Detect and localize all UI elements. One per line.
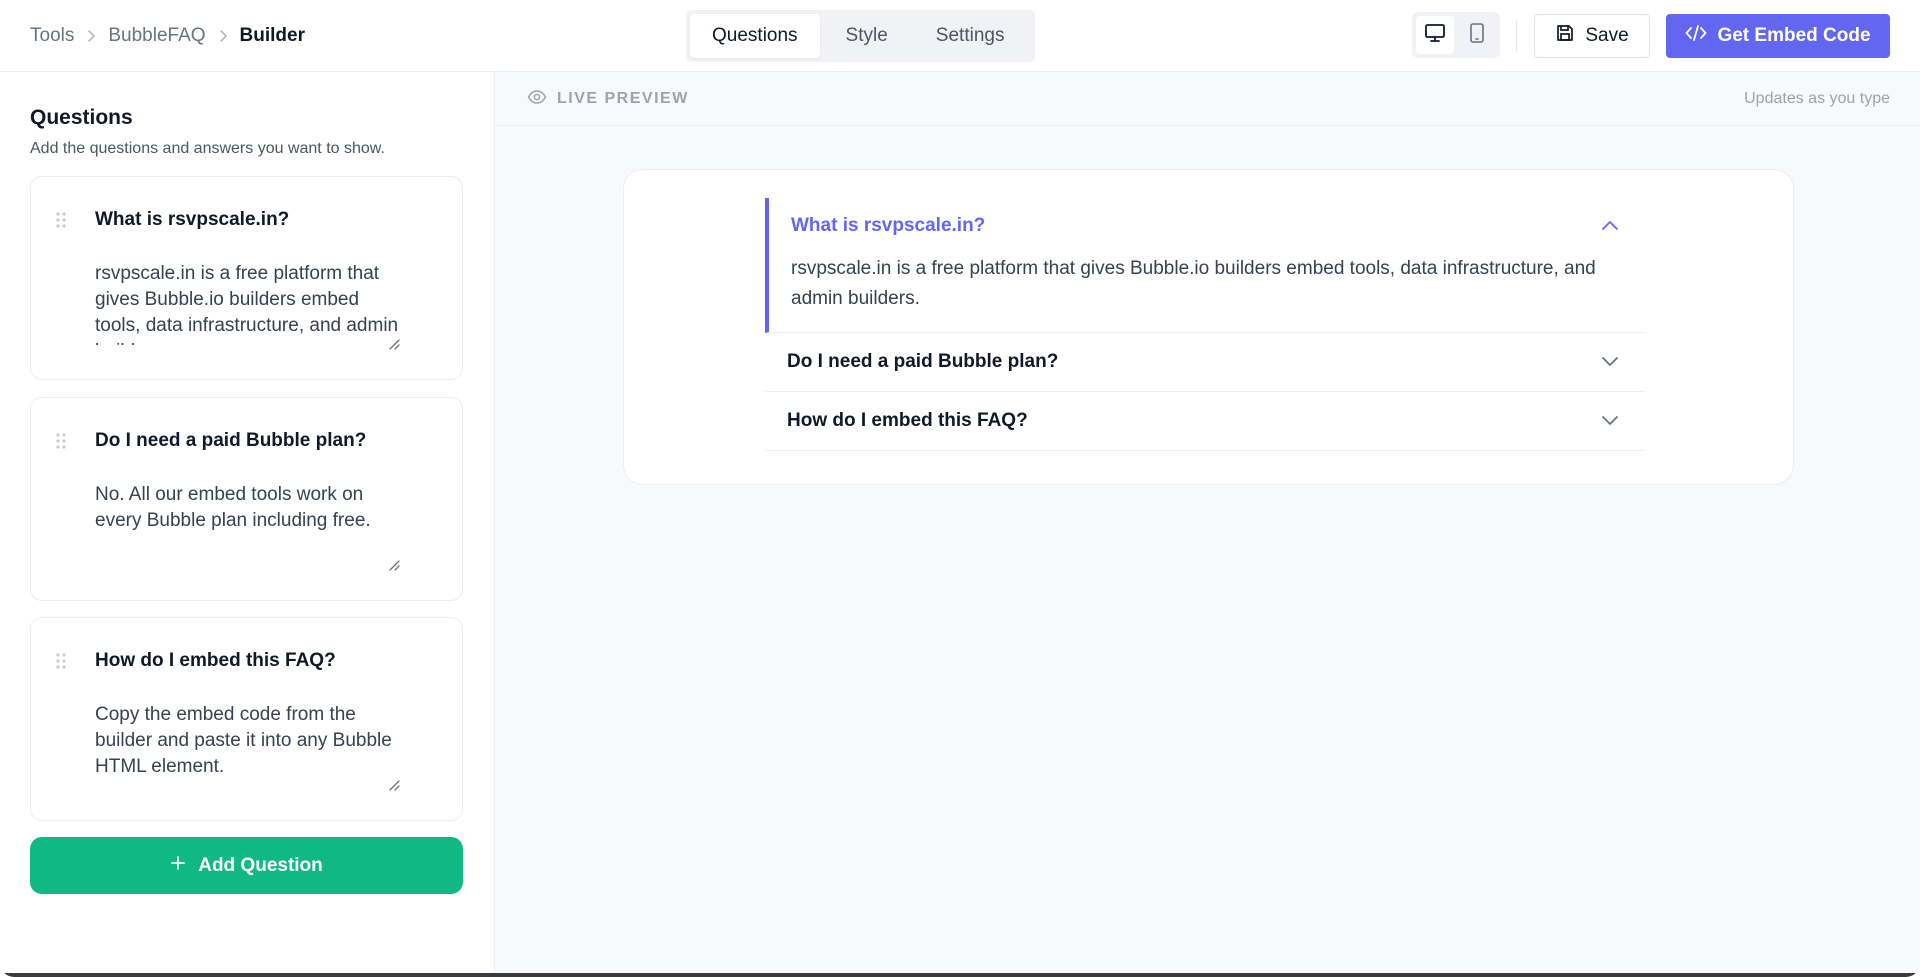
device-toggle xyxy=(1412,12,1500,58)
smartphone-icon xyxy=(1469,22,1485,49)
faq-question-toggle[interactable]: Do I need a paid Bubble plan? xyxy=(765,333,1645,391)
eye-icon xyxy=(527,89,547,109)
faq-question-text: What is rsvpscale.in? xyxy=(791,215,986,236)
faq-question-toggle[interactable]: What is rsvpscale.in? xyxy=(769,198,1645,254)
embed-label: Get Embed Code xyxy=(1717,25,1871,46)
live-preview-panel: LIVE PREVIEW Updates as you type What is… xyxy=(495,72,1920,977)
chevron-down-icon xyxy=(1601,351,1619,373)
drag-handle-icon[interactable] xyxy=(55,432,67,450)
live-preview-label: LIVE PREVIEW xyxy=(527,72,689,126)
app-window: Tools BubbleFAQ Builder Questions Style … xyxy=(0,0,1920,977)
question-card: What is rsvpscale.in? rsvpscale.in is a … xyxy=(30,176,463,380)
monitor-icon xyxy=(1424,23,1446,48)
answer-textarea[interactable]: rsvpscale.in is a free platform that giv… xyxy=(95,261,407,345)
save-icon xyxy=(1555,23,1575,49)
chevron-down-icon xyxy=(1601,410,1619,432)
save-label: Save xyxy=(1585,25,1629,46)
answer-textarea[interactable]: Copy the embed code from the builder and… xyxy=(95,702,407,786)
faq-answer-text: rsvpscale.in is a free platform that giv… xyxy=(791,258,1596,309)
add-question-button[interactable]: Add Question xyxy=(30,837,463,894)
preview-header: LIVE PREVIEW Updates as you type xyxy=(495,72,1920,126)
drag-handle-icon[interactable] xyxy=(55,211,67,229)
toolbar-divider xyxy=(1516,20,1517,52)
plus-icon xyxy=(170,855,186,877)
tab-questions[interactable]: Questions xyxy=(690,14,820,58)
sidebar-subtitle: Add the questions and answers you want t… xyxy=(30,140,385,157)
window-bottom-edge xyxy=(0,973,1920,977)
question-input[interactable]: Do I need a paid Bubble plan? xyxy=(95,428,425,454)
top-bar: Tools BubbleFAQ Builder Questions Style … xyxy=(0,0,1920,72)
faq-preview-card: What is rsvpscale.in? rsvpscale.in is a … xyxy=(623,169,1794,485)
faq-list: What is rsvpscale.in? rsvpscale.in is a … xyxy=(765,198,1645,451)
question-input[interactable]: How do I embed this FAQ? xyxy=(95,648,425,674)
faq-item: Do I need a paid Bubble plan? xyxy=(765,333,1645,392)
tab-settings[interactable]: Settings xyxy=(914,14,1027,58)
add-question-label: Add Question xyxy=(198,854,323,876)
drag-handle-icon[interactable] xyxy=(55,652,67,670)
chevron-up-icon xyxy=(1601,215,1619,237)
resize-grip-icon[interactable] xyxy=(387,558,401,572)
question-card: How do I embed this FAQ? Copy the embed … xyxy=(30,617,463,821)
resize-grip-icon[interactable] xyxy=(387,778,401,792)
mobile-view-button[interactable] xyxy=(1458,16,1496,54)
get-embed-code-button[interactable]: Get Embed Code xyxy=(1666,14,1890,58)
breadcrumb-tools[interactable]: Tools xyxy=(30,25,74,47)
live-preview-text: LIVE PREVIEW xyxy=(557,90,689,107)
breadcrumb: Tools BubbleFAQ Builder xyxy=(30,0,305,72)
question-card: Do I need a paid Bubble plan? No. All ou… xyxy=(30,397,463,601)
sidebar-title: Questions xyxy=(30,106,133,129)
tab-style[interactable]: Style xyxy=(824,14,910,58)
questions-sidebar: Questions Add the questions and answers … xyxy=(0,72,495,977)
chevron-right-icon xyxy=(218,29,228,43)
tab-bar: Questions Style Settings xyxy=(686,10,1035,62)
desktop-view-button[interactable] xyxy=(1416,16,1454,54)
faq-question-text: Do I need a paid Bubble plan? xyxy=(787,351,1059,372)
breadcrumb-bubblefaq[interactable]: BubbleFAQ xyxy=(108,25,205,47)
faq-item: What is rsvpscale.in? rsvpscale.in is a … xyxy=(765,198,1645,333)
updates-hint: Updates as you type xyxy=(1744,90,1890,107)
faq-question-text: How do I embed this FAQ? xyxy=(787,410,1028,431)
breadcrumb-builder: Builder xyxy=(239,25,305,46)
code-icon xyxy=(1685,24,1707,48)
answer-textarea[interactable]: No. All our embed tools work on every Bu… xyxy=(95,482,407,566)
faq-item: How do I embed this FAQ? xyxy=(765,392,1645,451)
question-input[interactable]: What is rsvpscale.in? xyxy=(95,207,425,233)
save-button[interactable]: Save xyxy=(1534,14,1650,58)
chevron-right-icon xyxy=(86,29,96,43)
resize-grip-icon[interactable] xyxy=(387,337,401,351)
faq-question-toggle[interactable]: How do I embed this FAQ? xyxy=(765,392,1645,450)
